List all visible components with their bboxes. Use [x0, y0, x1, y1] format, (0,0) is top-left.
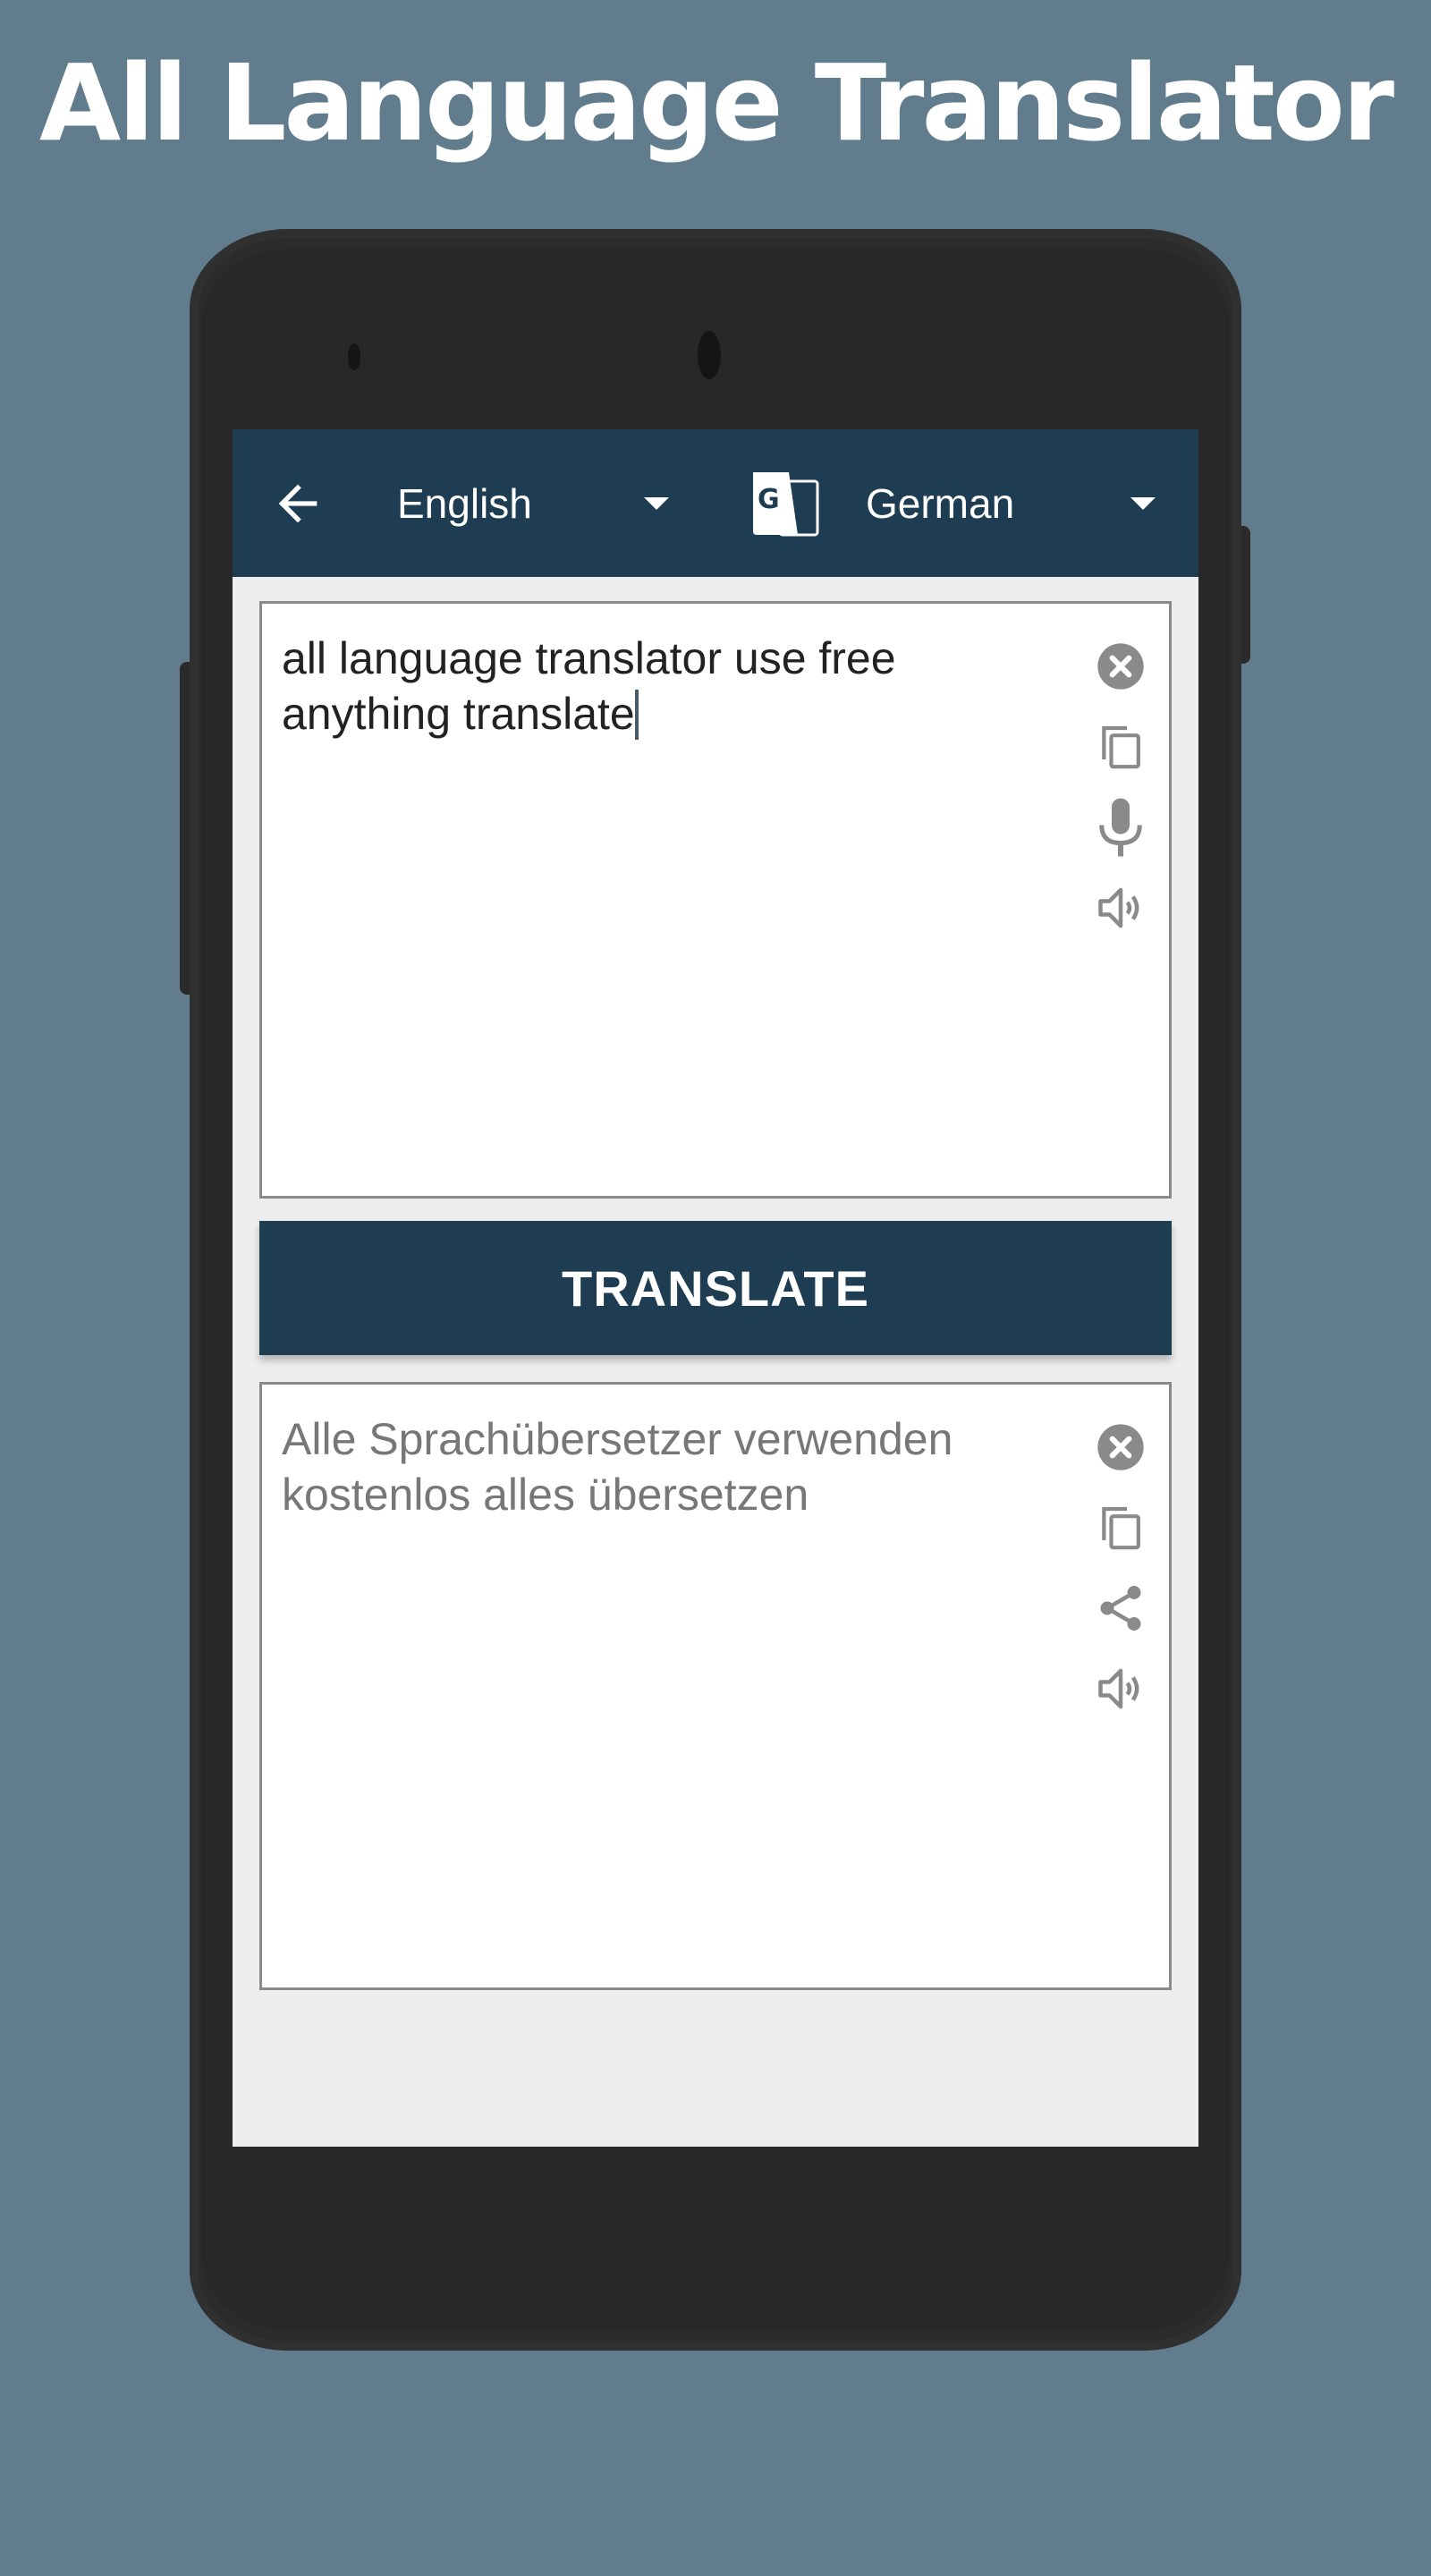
copy-icon — [1102, 1506, 1140, 1550]
copy-input-button[interactable] — [1092, 718, 1149, 775]
text-cursor — [634, 690, 639, 740]
caret-down-icon — [1130, 497, 1156, 510]
phone-sensor — [348, 343, 360, 370]
clear-icon — [1097, 643, 1144, 690]
caret-down-icon — [644, 497, 669, 510]
clear-icon — [1097, 1424, 1144, 1470]
clear-output-button[interactable] — [1092, 1419, 1149, 1476]
clear-input-button[interactable] — [1092, 638, 1149, 695]
copy-icon — [1102, 725, 1140, 769]
promo-title: All Language Translator — [38, 41, 1394, 165]
svg-text:G: G — [758, 484, 780, 515]
source-actions — [1092, 638, 1149, 960]
speak-input-button[interactable] — [1092, 879, 1149, 936]
source-language-label: English — [397, 480, 532, 527]
translate-button[interactable]: TRANSLATE — [259, 1221, 1172, 1355]
share-output-button[interactable] — [1092, 1580, 1149, 1637]
microphone-icon — [1099, 798, 1142, 857]
speaker-icon — [1098, 1668, 1139, 1709]
source-language-select[interactable]: English — [397, 465, 683, 542]
translated-text: Alle Sprachübersetzer verwenden kostenlo… — [282, 1414, 953, 1520]
speak-output-button[interactable] — [1092, 1660, 1149, 1717]
app-bar: English G German — [233, 429, 1198, 577]
translation-actions — [1092, 1419, 1149, 1741]
google-translate-icon: G — [753, 472, 819, 537]
source-text-input[interactable]: all language translator use free anythin… — [282, 631, 1069, 741]
arrow-left-icon — [278, 484, 318, 523]
translated-text-card: Alle Sprachübersetzer verwenden kostenlo… — [259, 1382, 1172, 1990]
phone-camera — [698, 331, 721, 379]
voice-input-button[interactable] — [1092, 798, 1149, 857]
source-text-card: all language translator use free anythin… — [259, 601, 1172, 1199]
copy-output-button[interactable] — [1092, 1499, 1149, 1556]
source-text-value: all language translator use free anythin… — [282, 633, 896, 739]
swap-languages-button[interactable]: G — [749, 467, 823, 540]
speaker-icon — [1098, 887, 1139, 928]
target-language-label: German — [866, 480, 1015, 527]
share-icon — [1100, 1586, 1141, 1631]
target-language-select[interactable]: German — [866, 465, 1170, 542]
back-button[interactable] — [267, 472, 329, 535]
app-screen: English G German all language translator… — [233, 429, 1198, 2147]
